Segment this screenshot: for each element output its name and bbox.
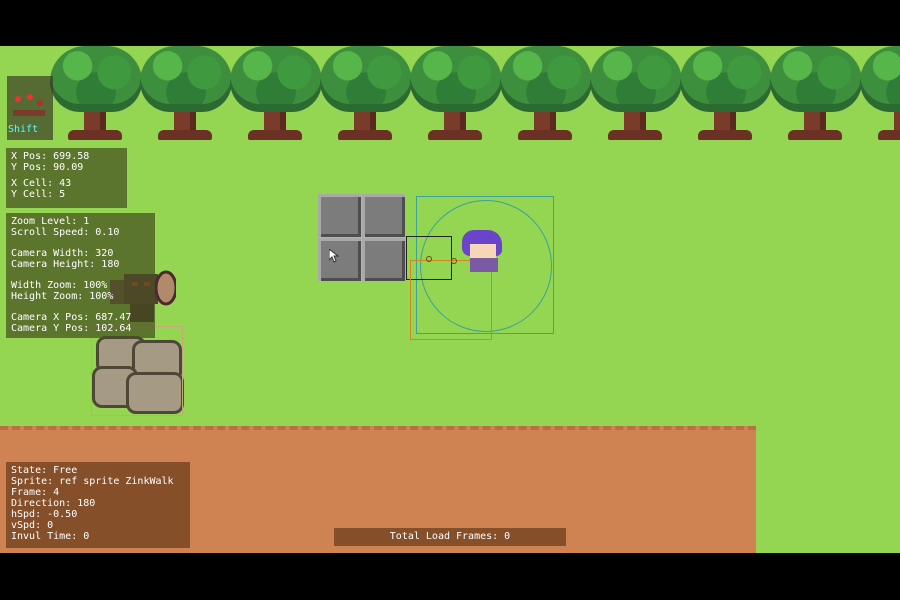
width-zoom-text: Width Zoom: 100% — [11, 280, 108, 291]
camera-height-text: Camera Height: 180 — [11, 259, 120, 270]
hurt-box — [410, 260, 492, 340]
camera-panel: Zoom Level: 1 Scroll Speed: 0.10 Camera Wi… — [6, 213, 155, 338]
tree-icon — [858, 46, 900, 144]
stone-tile — [318, 194, 361, 237]
origin-marker — [426, 256, 432, 262]
frame-text: Frame: 4 — [11, 487, 60, 498]
load-frames-text: Total Load Frames: 0 — [389, 531, 511, 542]
tree-icon — [318, 46, 414, 144]
tree-icon — [228, 46, 324, 144]
tree-icon — [588, 46, 684, 144]
y-cell-text: Y Cell: 5 — [11, 189, 66, 200]
tree-icon — [678, 46, 774, 144]
cursor-icon — [329, 249, 339, 263]
invul-text: Invul Time: 0 — [11, 531, 90, 542]
height-zoom-text: Height Zoom: 100% — [11, 291, 114, 302]
camera-x-text: Camera X Pos: 687.47 — [11, 312, 132, 323]
tree-icon — [138, 46, 234, 144]
load-frames-bar: Total Load Frames: 0 — [334, 528, 566, 546]
stone-tile — [318, 238, 361, 281]
x-pos-text: X Pos: 699.58 — [11, 151, 90, 162]
stone-tile — [362, 194, 405, 237]
state-text: State: Free — [11, 465, 78, 476]
hspd-text: hSpd: -0.50 — [11, 509, 78, 520]
shift-key-label: Shift — [8, 124, 39, 135]
sprite-text: Sprite: ref sprite ZinkWalk — [11, 476, 174, 487]
tree-icon — [408, 46, 504, 144]
scroll-speed-text: Scroll Speed: 0.10 — [11, 227, 120, 238]
zoom-level-text: Zoom Level: 1 — [11, 216, 90, 227]
vspd-text: vSpd: 0 — [11, 520, 54, 531]
camera-y-text: Camera Y Pos: 102.64 — [11, 323, 132, 334]
direction-text: Direction: 180 — [11, 498, 96, 509]
tree-icon — [498, 46, 594, 144]
x-cell-text: X Cell: 43 — [11, 178, 72, 189]
camera-width-text: Camera Width: 320 — [11, 248, 114, 259]
origin-marker — [451, 258, 457, 264]
y-pos-text: Y Pos: 90.09 — [11, 162, 84, 173]
position-panel: X Pos: 699.58 Y Pos: 90.09 X Cell: 43 Y Cel… — [6, 148, 127, 208]
game-viewport[interactable]: Shift X Pos: 699.58 Y Pos: 90.09 X Cell: 4… — [0, 46, 900, 553]
stone-tile — [362, 238, 405, 281]
tree-icon — [48, 46, 144, 144]
state-panel: State: Free Sprite: ref sprite ZinkWalk Fr… — [6, 462, 190, 548]
tree-icon — [768, 46, 864, 144]
boulder-hitbox — [91, 326, 183, 416]
